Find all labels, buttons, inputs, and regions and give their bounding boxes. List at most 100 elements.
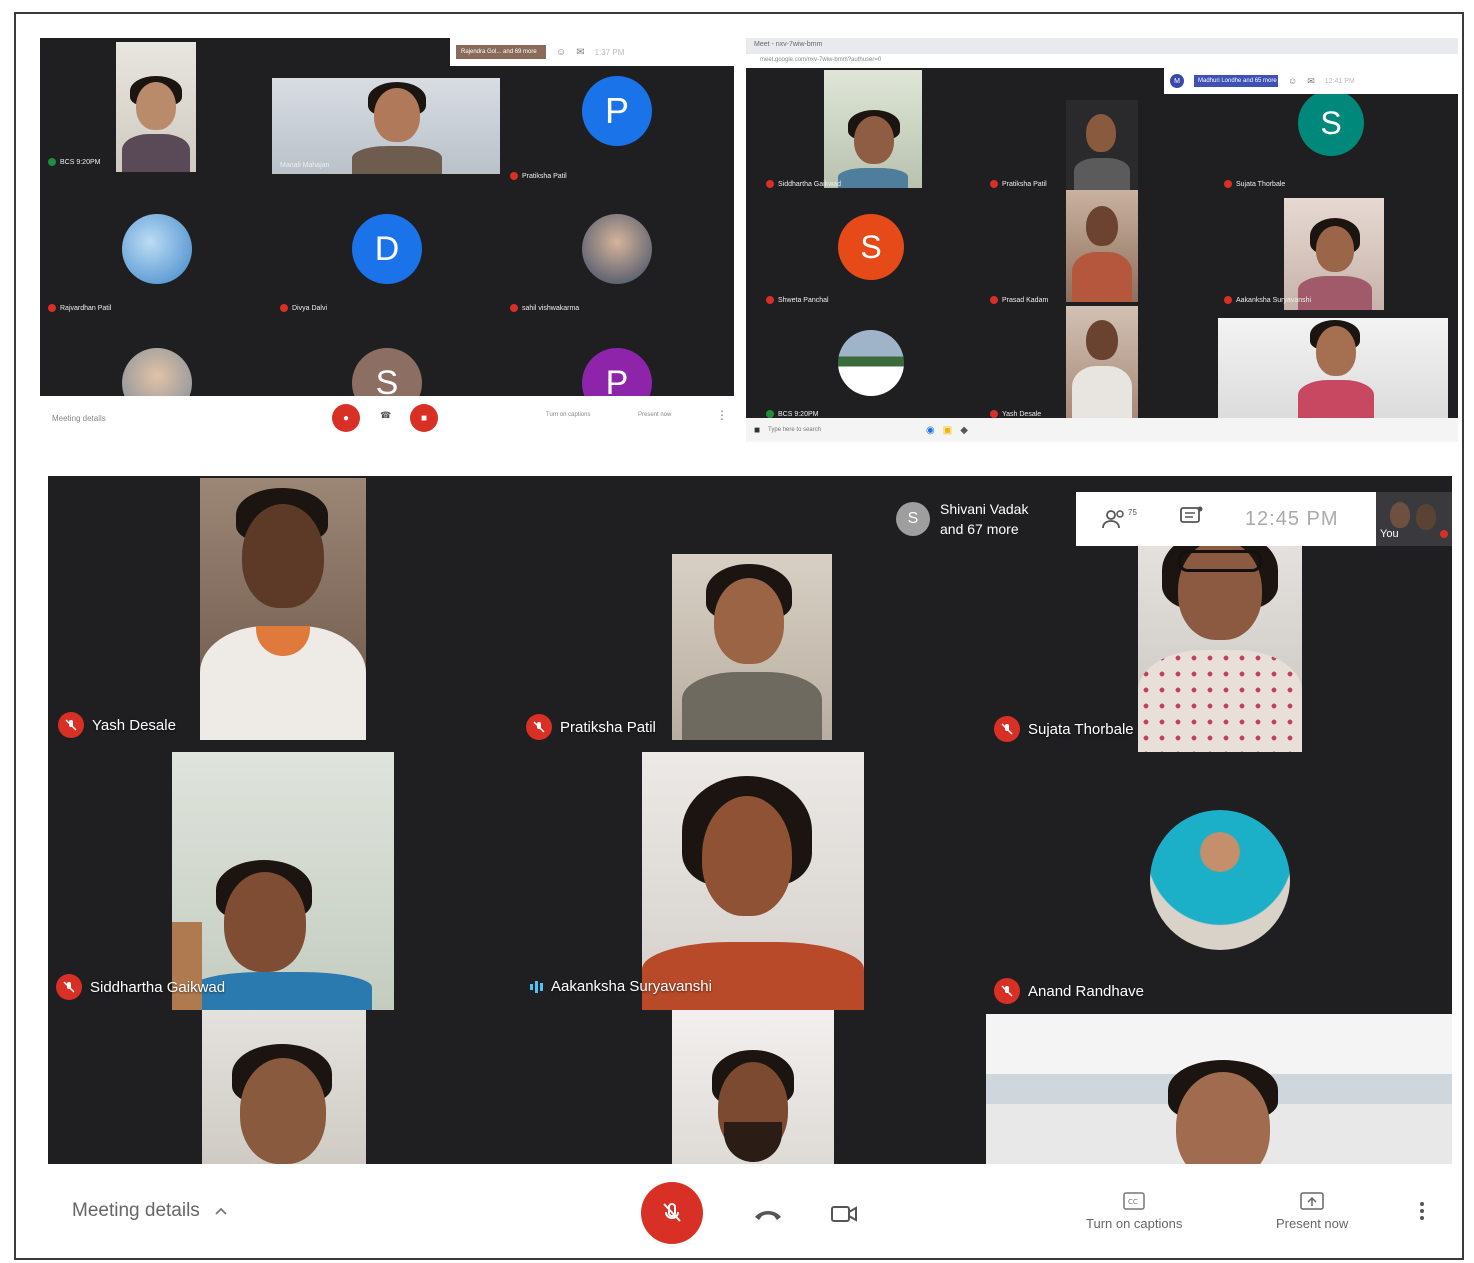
windows-start-icon[interactable]: ■ <box>754 425 760 436</box>
hangup-icon[interactable]: ☎ <box>380 410 391 421</box>
participant-name: Pratiksha Patil <box>560 718 656 736</box>
avatar: S <box>1298 90 1364 156</box>
meeting-details-label: Meeting details <box>72 1200 200 1221</box>
taskbar-search[interactable]: Type here to search <box>768 427 918 433</box>
camera-off-icon: ■ <box>420 412 428 424</box>
meet-bottom-bar: Meeting details CC Turn on captions Pres… <box>48 1166 1452 1258</box>
participant-video <box>172 752 394 1010</box>
captions-label: Turn on captions <box>1086 1216 1183 1231</box>
avatar: M <box>1170 74 1184 88</box>
captions-button[interactable]: CC Turn on captions <box>1086 1192 1182 1231</box>
more-options-button[interactable] <box>1420 1202 1424 1220</box>
clock-label: 12:45 PM <box>1244 507 1339 530</box>
clock-label: 12:41 PM <box>1324 77 1355 85</box>
presenter-avatar: S <box>896 502 930 536</box>
participant-video <box>1066 100 1138 190</box>
participant-name: Yash Desale <box>92 716 176 734</box>
participant-name: Divya Dalvi <box>280 304 327 312</box>
meeting-details-button[interactable]: Meeting details <box>72 1200 228 1222</box>
participant-name: Shweta Panchal <box>766 296 829 304</box>
participant-name-tag: Anand Randhave <box>994 978 1144 1004</box>
more-vert-icon[interactable]: ⋮ <box>716 408 728 422</box>
audio-level-icon <box>530 980 543 993</box>
avatar: S <box>838 214 904 280</box>
avatar: S <box>352 348 422 396</box>
svg-text:CC: CC <box>1128 1198 1138 1206</box>
participant-video <box>672 554 832 740</box>
avatar <box>582 214 652 284</box>
people-icon[interactable]: ☺ <box>1288 76 1297 86</box>
participant-name: Prasad Kadam <box>990 296 1048 304</box>
avatar: D <box>352 214 422 284</box>
presenter-label: Madhuri Londhe and 65 more <box>1194 75 1278 87</box>
chat-icon[interactable]: ✉ <box>1307 76 1315 87</box>
avatar: P <box>582 348 652 396</box>
camera-icon <box>831 1206 857 1222</box>
chat-icon <box>1180 506 1203 523</box>
participant-name: Pratiksha Patil <box>510 172 567 180</box>
browser-tab-bar: Meet - nxv-7wiw-bmm <box>746 38 1458 54</box>
participant-video <box>272 78 500 174</box>
url-field[interactable]: meet.google.com/nxv-7wiw-bmm?authuser=0 <box>760 57 881 63</box>
app-icon[interactable]: ◆ <box>960 425 968 436</box>
clock-label: 1:37 PM <box>594 47 625 57</box>
browser-address-bar: meet.google.com/nxv-7wiw-bmm?authuser=0 <box>746 54 1458 68</box>
participant-video <box>202 1010 366 1164</box>
participant-name: Siddhartha Gaikwad <box>90 978 226 996</box>
participant-name-tag: Siddhartha Gaikwad <box>56 974 225 1000</box>
browser-icon[interactable]: ◉ <box>926 425 935 436</box>
hangup-icon <box>755 1211 781 1220</box>
camera-button[interactable] <box>824 1194 864 1234</box>
people-button[interactable]: 75 <box>1102 508 1137 530</box>
participant-name: Pratiksha Patil <box>990 180 1047 188</box>
captions-button[interactable]: Turn on captions <box>546 412 590 418</box>
participant-video <box>642 752 864 1010</box>
mic-off-icon <box>58 712 84 738</box>
participant-name: Aakanksha Suryavanshi <box>551 978 712 995</box>
meet-top-bar: S Shivani Vadak and 67 more 75 12:45 PM <box>848 492 1376 546</box>
avatar <box>838 330 904 396</box>
avatar <box>122 348 192 396</box>
present-button[interactable]: Present now <box>1276 1192 1348 1231</box>
mic-toggle-button[interactable] <box>641 1182 703 1244</box>
participant-count: 75 <box>1128 508 1137 517</box>
participant-name-tag: Sujata Thorbale <box>994 716 1134 742</box>
top-right-browser-window: Meet - nxv-7wiw-bmm meet.google.com/nxv-… <box>746 38 1458 442</box>
hangup-button[interactable] <box>748 1194 788 1234</box>
participant-video <box>1284 198 1384 310</box>
meet-grid: Siddhartha Gaikwad Pratiksha Patil S Suj… <box>746 68 1458 418</box>
mic-off-icon <box>663 1203 681 1222</box>
present-button[interactable]: Present now <box>638 412 671 418</box>
participant-name: Anand Randhave <box>1028 982 1144 1000</box>
presenter-label: Rajendra Gol... and 69 more <box>456 45 546 59</box>
top-left-bottom-bar: Meeting details ● ☎ ■ Turn on captions P… <box>40 396 734 440</box>
participant-name: BCS 9:20PM <box>766 410 818 418</box>
participant-video <box>1066 306 1138 418</box>
camera-button[interactable]: ■ <box>410 404 438 432</box>
avatar <box>1150 810 1290 950</box>
participant-name: Siddhartha Gaikwad <box>766 180 841 188</box>
participant-name: Aakanksha Suryavanshi <box>1224 296 1311 304</box>
mic-off-icon <box>994 716 1020 742</box>
windows-taskbar: ■ Type here to search ◉ ▣ ◆ <box>746 418 1458 442</box>
presenter-more: and 67 more <box>940 521 1019 537</box>
meet-top-bar: M Madhuri Londhe and 65 more ☺ ✉ 12:41 P… <box>1164 68 1458 94</box>
self-view[interactable]: You <box>1376 492 1452 546</box>
chat-button[interactable] <box>1179 506 1203 533</box>
participant-name: Sujata Thorbale <box>1028 720 1134 738</box>
mic-button[interactable]: ● <box>332 404 360 432</box>
participant-name: BCS 9:20PM <box>48 158 100 166</box>
people-icon[interactable]: ☺ <box>556 47 566 58</box>
meeting-details-button[interactable]: Meeting details <box>52 414 106 423</box>
mic-off-icon: ● <box>342 412 350 424</box>
mic-off-icon <box>56 974 82 1000</box>
participant-video <box>672 1010 834 1164</box>
browser-tab-title[interactable]: Meet - nxv-7wiw-bmm <box>754 41 822 48</box>
participant-name: Manali Mahajan <box>280 162 330 169</box>
participant-video <box>1066 190 1138 302</box>
participant-name-tag: Yash Desale <box>58 712 176 738</box>
meet-top-bar: Rajendra Gol... and 69 more ☺ ✉ 1:37 PM <box>450 38 734 66</box>
participant-name-tag: Aakanksha Suryavanshi <box>530 978 712 995</box>
folder-icon[interactable]: ▣ <box>943 425 952 436</box>
chat-icon[interactable]: ✉ <box>576 47 584 58</box>
